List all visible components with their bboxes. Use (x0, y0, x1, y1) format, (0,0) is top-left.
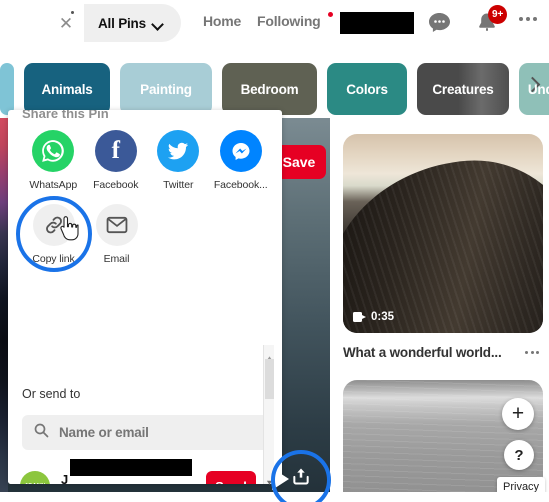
category-tab-partial[interactable] (0, 63, 14, 115)
redacted-account-name (340, 12, 414, 34)
share-option-facebook-messenger[interactable]: Facebook... (210, 130, 273, 191)
redacted-contact-name (70, 458, 192, 476)
or-send-to-label: Or send to (22, 387, 81, 401)
following-notification-dot (328, 12, 333, 17)
scrollbar-thumb[interactable] (265, 359, 274, 399)
all-pins-dropdown[interactable]: All Pins (84, 4, 181, 42)
more-horizontal-icon[interactable] (519, 17, 537, 21)
share-panel-title: Share this Pin (22, 110, 109, 121)
play-triangle-icon (272, 468, 289, 490)
pin-title: What a wonderful world... (343, 345, 502, 360)
all-pins-label: All Pins (98, 15, 146, 31)
contact-row[interactable]: JOANN J joann Send (8, 458, 270, 484)
category-tab-bedroom[interactable]: Bedroom (222, 63, 317, 115)
bottom-white-bar (0, 492, 549, 502)
pin-image-wave[interactable]: 0:35 (343, 134, 543, 333)
share-option-label: Facebook... (213, 179, 268, 191)
whatsapp-icon (32, 130, 75, 172)
share-option-label: Facebook (93, 179, 139, 191)
share-upload-icon[interactable] (291, 466, 311, 486)
category-tab-label: Painting (140, 81, 192, 97)
category-tab-animals[interactable]: Animals (24, 63, 110, 115)
pinterest-app-window: ✕ All Pins Home Following 9+ Animals Pai… (0, 0, 549, 502)
category-tab-label: Bedroom (240, 81, 299, 97)
category-tab-label: Underwater (527, 81, 549, 97)
category-tab-painting[interactable]: Painting (120, 63, 212, 115)
chat-bubble-icon[interactable] (428, 12, 451, 33)
share-option-label: Copy link (32, 253, 75, 265)
nav-item-home[interactable]: Home (203, 13, 241, 29)
save-button-label: Save (282, 154, 316, 170)
pin-title-row: What a wonderful world... (343, 345, 543, 360)
avatar-initials: JOANN (25, 483, 46, 484)
wave-shape (343, 153, 543, 333)
share-option-twitter[interactable]: Twitter (147, 130, 210, 191)
facebook-icon: f (94, 130, 137, 172)
share-option-email[interactable]: Email (85, 204, 148, 265)
share-option-whatsapp[interactable]: WhatsApp (22, 130, 85, 191)
category-tab-colors[interactable]: Colors (327, 63, 407, 115)
share-option-label: Email (103, 253, 130, 265)
share-option-copy-link[interactable]: Copy link (22, 204, 85, 265)
share-options-row-1: WhatsApp f Facebook Twitter Facebook... (22, 130, 272, 191)
category-tab-label: Colors (346, 81, 388, 97)
help-button[interactable]: ? (504, 440, 534, 470)
notification-badge: 9+ (488, 5, 508, 24)
send-button[interactable]: Send (206, 471, 256, 484)
share-pin-panel: Share this Pin WhatsApp f Facebook Twitt… (8, 110, 282, 484)
twitter-icon (157, 130, 200, 172)
search-icon (34, 423, 49, 443)
nav-small-dot (71, 11, 74, 14)
left-edge-color-strip (0, 118, 8, 502)
share-options-row-2: Copy link Email (22, 204, 272, 265)
category-tab-label: Animals (41, 81, 93, 97)
top-navigation-bar: ✕ All Pins Home Following 9+ (0, 0, 549, 48)
search-input[interactable]: Name or email (22, 415, 272, 450)
nav-item-following[interactable]: Following (257, 13, 321, 29)
video-camera-icon (353, 312, 366, 322)
video-duration-label: 0:35 (371, 311, 395, 323)
video-duration-badge: 0:35 (353, 311, 394, 323)
search-placeholder: Name or email (59, 425, 149, 440)
category-tab-creatures[interactable]: Creatures (417, 63, 509, 115)
facebook-messenger-icon (219, 130, 262, 172)
link-chain-icon (32, 204, 75, 246)
panel-scrollbar[interactable] (263, 345, 274, 485)
category-tab-label: Creatures (432, 81, 494, 97)
share-option-label: Twitter (163, 179, 194, 191)
contact-text: J joann (61, 458, 195, 484)
scroll-up-arrow-icon[interactable] (266, 349, 273, 361)
chevron-down-icon (153, 20, 164, 27)
more-horizontal-icon[interactable] (525, 351, 543, 354)
add-pin-button[interactable]: + (502, 398, 534, 430)
share-option-label: WhatsApp (29, 179, 78, 191)
close-button[interactable]: ✕ (52, 10, 80, 38)
envelope-icon (95, 204, 138, 246)
category-tab-underwater[interactable]: Underwater (519, 63, 549, 115)
pin-card-video[interactable]: 0:35 What a wonderful world... (343, 134, 543, 360)
avatar: JOANN (20, 471, 50, 484)
share-option-facebook[interactable]: f Facebook (85, 130, 148, 191)
